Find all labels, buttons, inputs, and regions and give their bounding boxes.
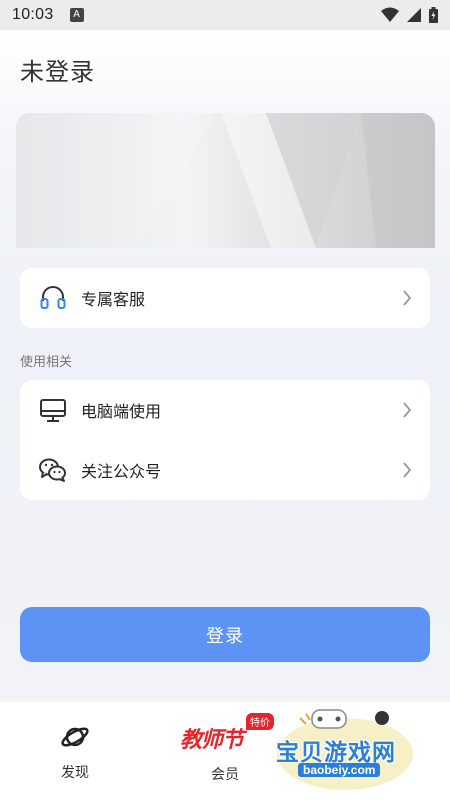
list-item-label: 专属客服 xyxy=(81,290,146,309)
status-bar: 10:03 A xyxy=(0,0,450,30)
list-item-desktop[interactable]: 电脑端使用 xyxy=(20,380,430,440)
list-item-wechat[interactable]: 关注公众号 xyxy=(20,440,430,500)
notification-icon: A xyxy=(69,8,84,22)
wifi-icon xyxy=(381,7,399,22)
wechat-icon xyxy=(38,455,68,485)
chevron-right-icon xyxy=(403,402,412,418)
chevron-right-icon xyxy=(403,290,412,306)
signal-icon xyxy=(407,8,421,22)
list-item-customer-service[interactable]: 专属客服 xyxy=(20,268,430,328)
chevron-right-icon xyxy=(403,462,412,478)
membership-banner[interactable] xyxy=(16,113,435,248)
page-title: 未登录 xyxy=(20,58,95,86)
battery-icon xyxy=(429,7,438,23)
service-card: 专属客服 xyxy=(20,268,430,328)
section-heading: 使用相关 xyxy=(20,355,73,370)
status-time: 10:03 xyxy=(12,6,54,23)
list-item-label: 关注公众号 xyxy=(81,462,162,481)
monitor-icon xyxy=(38,395,68,425)
usage-card: 电脑端使用 关注公众号 xyxy=(20,380,430,500)
tab-label: 会员 xyxy=(211,767,239,783)
list-item-label: 电脑端使用 xyxy=(81,402,162,421)
planet-icon xyxy=(61,727,89,747)
watermark-title: 宝贝游戏网 xyxy=(276,740,396,766)
headset-icon xyxy=(38,283,68,313)
promo-title[interactable]: 教师节 xyxy=(180,722,244,754)
watermark-url: baobeiy.com xyxy=(298,763,381,777)
banner-decoration xyxy=(16,113,435,248)
tab-discover[interactable]: 发现 xyxy=(40,702,110,800)
status-icons xyxy=(381,7,438,23)
login-button[interactable]: 登录 xyxy=(20,607,430,662)
tab-label: 发现 xyxy=(61,765,89,781)
